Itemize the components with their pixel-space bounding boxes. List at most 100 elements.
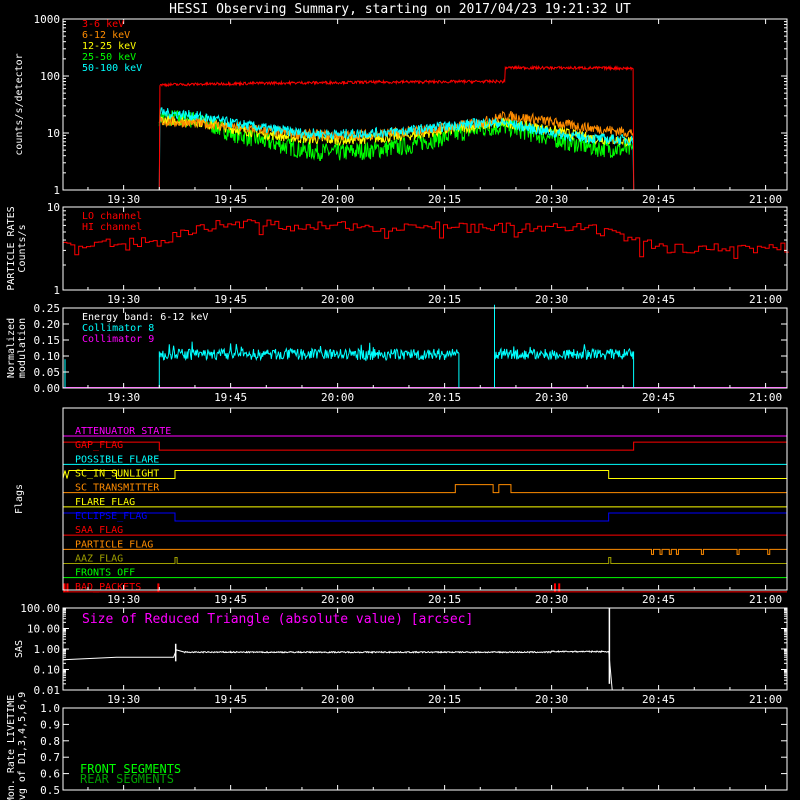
time-tick-label: 20:30 [535,593,568,606]
modulation-ylabel-line1: Normalized [6,318,17,378]
time-tick-label: 20:15 [428,293,461,306]
flag-label-sc-in-sunlight: SC_IN_SUNLIGHT [75,469,159,480]
time-tick-label: 19:45 [214,693,247,706]
flag-label-eclipse-flag: ECLIPSE_FLAG [75,511,147,522]
y-tick-label: 10 [47,201,60,214]
hessi-summary-figure: HESSI Observing Summary, starting on 201… [6,2,789,800]
count-rates-legend-0: 3-6 keV [82,19,124,30]
time-tick-label: 20:00 [321,693,354,706]
time-tick-label: 20:15 [428,593,461,606]
flag-label-aaz-flag: AAZ_FLAG [75,554,123,565]
count-rates-legend-4: 50-100 keV [82,63,142,74]
flag-line-gap-flag [63,441,787,451]
flag-label-saa-flag: SAA_FLAG [75,525,123,536]
y-tick-label: 10 [47,127,60,140]
series-line-lo-channel [63,219,789,259]
time-tick-label: 20:45 [642,391,675,404]
flag-label-sc-transmitter: SC_TRANSMITTER [75,483,160,494]
time-tick-label: 20:45 [642,593,675,606]
time-tick-label: 21:00 [749,193,782,206]
y-tick-label: 1000 [34,13,61,26]
y-tick-label: 0.6 [40,768,60,781]
particle-rates-legend-0: LO channel [82,211,142,222]
y-tick-label: 0.10 [34,350,61,363]
count-rates-legend-3: 25-50 keV [82,52,136,63]
count-rates-frame [62,18,788,191]
y-tick-label: 0.00 [34,382,61,395]
livetime-ylabel-line1: Mon. Rate LIVETIME [6,695,17,800]
time-tick-label: 20:15 [428,193,461,206]
y-tick-label: 0.25 [34,302,61,315]
flag-line-eclipse-flag [63,512,787,522]
modulation-legend-1: Collimator 8 [82,323,154,334]
y-tick-label: 1 [53,284,60,297]
time-tick-label: 19:30 [107,693,140,706]
particle-rates-ylabel-line2: Counts/s [17,224,28,272]
y-tick-label: 1.00 [34,643,61,656]
flag-label-gap-flag: GAP_FLAG [75,440,123,451]
time-tick-label: 20:30 [535,693,568,706]
particle-rates-frame [62,206,788,291]
time-tick-label: 21:00 [749,593,782,606]
y-tick-label: 0.05 [34,366,61,379]
flag-line-sc-in-sunlight [62,470,787,479]
time-tick-label: 20:15 [428,391,461,404]
count-rates-legend-2: 12-25 keV [82,41,136,52]
time-tick-label: 20:45 [642,293,675,306]
time-tick-label: 21:00 [749,391,782,404]
flag-label-flare-flag: FLARE_FLAG [75,497,135,508]
figure-title: HESSI Observing Summary, starting on 201… [169,2,631,17]
y-tick-label: 1 [53,184,60,197]
y-tick-label: 10.00 [27,623,60,636]
time-tick-label: 20:30 [535,293,568,306]
time-tick-label: 19:30 [107,293,140,306]
flag-label-fronts-off: FRONTS_OFF [75,568,135,579]
time-tick-label: 19:30 [107,193,140,206]
y-tick-label: 0.15 [34,334,61,347]
time-tick-label: 19:45 [214,391,247,404]
time-tick-label: 19:45 [214,193,247,206]
y-tick-label: 0.7 [40,751,60,764]
flags-frame [62,407,788,591]
time-tick-label: 19:30 [107,593,140,606]
time-tick-label: 21:00 [749,293,782,306]
time-tick-label: 19:30 [107,391,140,404]
modulation-legend-2: Collimator 9 [82,334,154,345]
time-tick-label: 20:30 [535,193,568,206]
time-tick-label: 20:45 [642,693,675,706]
time-tick-label: 21:00 [749,693,782,706]
y-tick-label: 0.10 [34,664,61,677]
modulation-ylabel-line2: modulation [17,318,28,378]
time-tick-label: 20:30 [535,391,568,404]
modulation-legend-0: Energy band: 6-12 keV [82,312,208,323]
particle-rates-ylabel-line1: PARTICLE RATES [6,206,17,290]
y-tick-label: 0.01 [34,684,61,697]
y-tick-label: 100.00 [20,602,60,615]
series-line-reduced-triangle [62,649,787,691]
flag-line-sc-transmitter [63,484,787,494]
count-rates-legend-1: 6-12 keV [82,30,130,41]
flag-label-attenuator-state: ATTENUATOR_STATE [75,426,171,437]
y-tick-label: 0.20 [34,318,61,331]
y-tick-label: 0.5 [40,784,60,797]
flags-ylabel: Flags [14,484,25,514]
time-tick-label: 20:15 [428,693,461,706]
time-tick-label: 20:00 [321,593,354,606]
flag-line-aaz-flag [63,557,787,564]
y-tick-label: 0.8 [40,735,60,748]
time-tick-label: 20:45 [642,193,675,206]
time-tick-label: 20:00 [321,391,354,404]
sas-legend-0: Size of Reduced Triangle (absolute value… [82,612,473,627]
time-tick-label: 20:00 [321,293,354,306]
flag-label-particle-flag: PARTICLE_FLAG [75,539,153,550]
count-rates-ylabel: counts/s/detector [14,53,25,155]
flag-line-bad-packets [63,583,787,593]
time-tick-label: 19:45 [214,293,247,306]
particle-rates-legend-1: HI channel [82,222,142,233]
livetime-legend-1: REAR SEGMENTS [80,772,174,786]
y-tick-label: 0.9 [40,718,60,731]
y-tick-label: 1.0 [40,702,60,715]
time-tick-label: 19:45 [214,593,247,606]
time-tick-label: 20:00 [321,193,354,206]
flag-label-possible-flare: POSSIBLE_FLARE [75,454,159,465]
